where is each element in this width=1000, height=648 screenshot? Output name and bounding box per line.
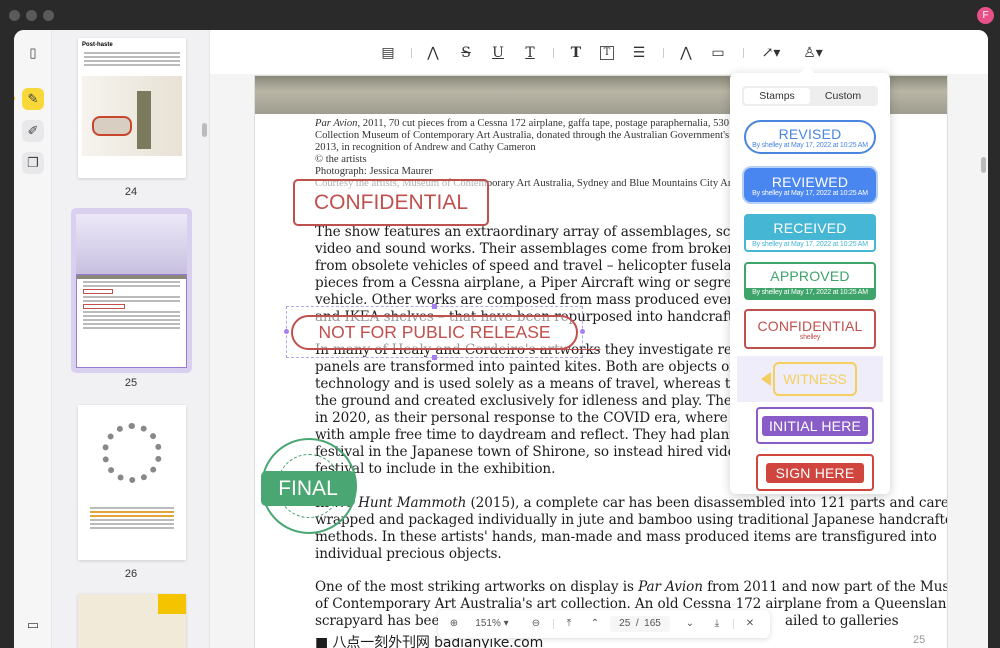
stamp-witness-hover[interactable]: WITNESS	[737, 356, 883, 402]
text-line: methods. In these artists' hands, man-ma…	[315, 529, 937, 545]
zoom-window-button[interactable]	[43, 10, 54, 21]
zoom-out-icon[interactable]: ⊖	[528, 616, 544, 632]
stamp-witness[interactable]: WITNESS	[773, 362, 857, 396]
panel-toggle-icon[interactable]: ▯	[22, 42, 44, 64]
thumbnail-title: Post-haste	[82, 42, 113, 48]
zoom-in-icon[interactable]: ⊕	[446, 616, 462, 632]
text-line: panels are transformed into painted kite…	[315, 359, 792, 375]
text-line: video and sound works. Their assemblages…	[315, 241, 790, 257]
callout-icon[interactable]: ☰	[628, 43, 650, 63]
shapes-arrow-icon[interactable]: ↗▾	[756, 43, 786, 63]
thumbnail-page-24[interactable]: Post-haste	[78, 38, 186, 178]
text-line: individual precious objects.	[315, 546, 502, 562]
final-stamp[interactable]: FINAL	[261, 438, 357, 534]
close-navigation-icon[interactable]: ✕	[742, 616, 758, 632]
title-bar: F	[0, 0, 1000, 30]
text-line: the ground and created exclusively for i…	[315, 393, 799, 409]
page-number: 25	[913, 634, 926, 646]
thumbnail-label: 25	[124, 377, 138, 389]
underline-icon[interactable]: U	[487, 43, 509, 63]
minimize-window-button[interactable]	[26, 10, 37, 21]
text-line: The show features an extraordinary array…	[315, 224, 792, 240]
eraser-icon[interactable]: ▭	[707, 43, 729, 63]
page-navigation-bar: ⊕ 151% ▾ ⊖ ⤒ ⌃ 25 / 165 ⌄ ⤓ ✕	[438, 610, 770, 638]
text-line: One of the most striking artworks on dis…	[315, 579, 948, 595]
annotation-toolbar: ▤ ⋀ S U T T T ☰ ⋀ ▭ ↗▾ ♙▾	[210, 30, 988, 74]
witness-pointer	[761, 372, 771, 386]
resize-handle[interactable]	[284, 329, 289, 334]
active-indicator	[14, 96, 15, 101]
highlight-mode-icon[interactable]: ✎	[22, 88, 44, 110]
caption-line: 2013, in recognition of Andrew and Cathy…	[315, 142, 536, 153]
stamp-icon[interactable]: ♙▾	[798, 43, 828, 63]
text-line: festival in the Japanese town of Shirone…	[315, 444, 792, 460]
text-line: wrapped and packaged individually in jut…	[315, 512, 948, 528]
strikethrough-icon[interactable]: S	[455, 43, 477, 63]
tab-custom[interactable]: Custom	[810, 88, 876, 104]
thumbnail-label: 24	[124, 186, 138, 198]
text-line: technology and is used solely as a means…	[315, 376, 796, 392]
highlight-icon[interactable]: ⋀	[422, 43, 444, 63]
comment-icon[interactable]: ▤	[377, 43, 399, 63]
text-line: In We Hunt Mammoth (2015), a complete ca…	[315, 495, 948, 511]
document-area: ▤ ⋀ S U T T T ☰ ⋀ ▭ ↗▾ ♙▾ Par Avion, 201…	[210, 30, 988, 648]
reader-mode-icon[interactable]: ▭	[22, 614, 44, 636]
stamp-selection-box[interactable]: NOT FOR PUBLIC RELEASE	[284, 304, 585, 360]
squiggly-icon[interactable]: T	[519, 43, 541, 63]
stamp-initial-here[interactable]: INITIAL HERE	[756, 407, 874, 444]
stamp-received[interactable]: RECEIVED By shelley at May 17, 2022 at 10…	[744, 214, 876, 252]
close-window-button[interactable]	[9, 10, 20, 21]
thumbnail-page-27[interactable]	[78, 594, 186, 648]
stamp-revised[interactable]: REVISED By shelley at May 17, 2022 at 10:…	[744, 120, 876, 154]
user-avatar[interactable]: F	[977, 7, 994, 24]
caption-line: © the artists	[315, 154, 367, 165]
pencil-icon[interactable]: ⋀	[675, 43, 697, 63]
caption-line: Par Avion, 2011, 70 cut pieces from a Ce…	[315, 118, 738, 129]
stamp-reviewed[interactable]: REVIEWED By shelley at May 17, 2022 at 10…	[744, 168, 876, 202]
first-page-icon[interactable]: ⤒	[561, 616, 577, 632]
stamp-tabs: Stamps Custom	[742, 86, 878, 106]
text-line: from obsolete vehicles of speed and trav…	[315, 258, 791, 274]
text-line: ailed to galleries	[785, 613, 899, 629]
resize-handle[interactable]	[432, 355, 437, 360]
text-line: scrapyard has been	[315, 613, 449, 629]
stamp-popover: Stamps Custom REVISED By shelley at May 1…	[730, 65, 890, 494]
zoom-select[interactable]: 151% ▾	[472, 616, 512, 632]
caption-line: Collection Museum of Contemporary Art Au…	[315, 130, 730, 141]
thumbnail-page-26[interactable]	[78, 405, 186, 560]
thumbnail-panel: Post-haste 24 25 26	[52, 30, 210, 648]
text-line: with ample free time to daydream and ref…	[315, 427, 790, 443]
text-line: pieces from a Cessna airplane, a Piper A…	[315, 275, 798, 291]
app-window: ▯ ✎ ✐ ❐ ▭ Post-haste 24 25 26 ▤ ⋀ S U T …	[14, 30, 988, 648]
document-scrollbar[interactable]	[981, 157, 986, 173]
caption-line: Photograph: Jessica Maurer	[315, 166, 433, 177]
tab-stamps[interactable]: Stamps	[744, 88, 810, 104]
confidential-stamp[interactable]: CONFIDENTIAL	[293, 179, 489, 226]
previous-page-icon[interactable]: ⌃	[587, 616, 603, 632]
text-icon[interactable]: T	[565, 43, 587, 63]
resize-handle[interactable]	[432, 304, 437, 309]
left-rail: ▯ ✎ ✐ ❐ ▭	[14, 30, 52, 648]
stamp-confidential[interactable]: CONFIDENTIAL shelley	[744, 309, 876, 349]
edit-mode-icon[interactable]: ✐	[22, 120, 44, 142]
resize-handle[interactable]	[580, 329, 585, 334]
not-for-public-release-stamp[interactable]: NOT FOR PUBLIC RELEASE	[291, 315, 578, 350]
page-input[interactable]: 25 / 165	[610, 616, 670, 632]
stamp-sign-here[interactable]: SIGN HERE	[756, 454, 874, 491]
thumbnail-scrollbar[interactable]	[202, 123, 207, 137]
next-page-icon[interactable]: ⌄	[682, 616, 698, 632]
thumbnail-page-25-selected[interactable]	[71, 208, 192, 373]
text-box-icon[interactable]: T	[600, 46, 614, 60]
organize-pages-icon[interactable]: ❐	[22, 152, 44, 174]
stamp-approved[interactable]: APPROVED By shelley at May 17, 2022 at 10…	[744, 262, 876, 300]
last-page-icon[interactable]: ⤓	[709, 616, 725, 632]
thumbnail-label: 26	[124, 568, 138, 580]
text-line: in 2020, as their personal response to t…	[315, 410, 797, 426]
